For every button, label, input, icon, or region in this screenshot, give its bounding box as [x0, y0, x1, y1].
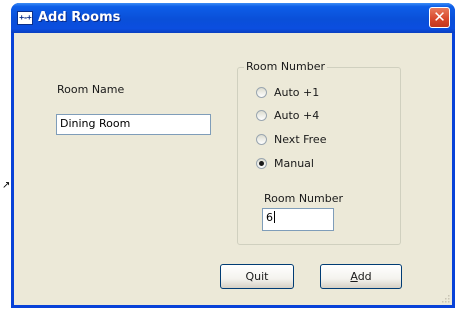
text-caret — [274, 211, 275, 223]
radio-manual[interactable]: Manual — [256, 156, 314, 170]
radio-next-free-button[interactable] — [256, 133, 267, 145]
room-number-group: Room Number Auto +1 Auto +4 Next Free Ma… — [237, 60, 401, 245]
close-button[interactable]: ✕ — [429, 7, 450, 28]
radio-auto-plus-1-button[interactable] — [256, 86, 267, 98]
add-button[interactable]: Add — [320, 264, 402, 289]
window-title: Add Rooms — [38, 10, 121, 25]
quit-button[interactable]: Quit — [220, 264, 294, 289]
radio-auto-plus-1[interactable]: Auto +1 — [256, 85, 319, 99]
cursor-arrow-icon: ↗ — [2, 180, 11, 191]
add-rooms-dialog: +-+ Add Rooms ✕ Room Name Dining Room Ro… — [11, 3, 455, 308]
radio-auto-plus-1-label: Auto +1 — [274, 85, 320, 99]
radio-next-free[interactable]: Next Free — [256, 132, 326, 146]
radio-auto-plus-4-button[interactable] — [256, 109, 267, 121]
room-number-input[interactable]: 6 — [262, 208, 334, 231]
radio-manual-button[interactable] — [256, 157, 267, 169]
radio-manual-label: Manual — [274, 156, 314, 170]
room-name-value: Dining Room — [60, 117, 131, 130]
room-name-input[interactable]: Dining Room — [56, 114, 211, 135]
add-button-label: dd — [357, 270, 372, 283]
room-number-field-label: Room Number — [264, 192, 344, 205]
dialog-client-area: Room Name Dining Room Room Number Auto +… — [14, 33, 452, 305]
room-number-group-caption: Room Number — [244, 60, 328, 73]
add-button-mnemonic: A — [350, 270, 358, 283]
room-name-label: Room Name — [57, 83, 125, 96]
radio-next-free-label: Next Free — [274, 132, 327, 146]
room-number-value: 6 — [266, 211, 273, 224]
radio-auto-plus-4[interactable]: Auto +4 — [256, 108, 319, 122]
radio-auto-plus-4-label: Auto +4 — [274, 108, 320, 122]
resize-grip-icon[interactable] — [440, 293, 450, 303]
app-icon: +-+ — [17, 11, 33, 25]
title-bar[interactable]: +-+ Add Rooms ✕ — [11, 3, 455, 33]
